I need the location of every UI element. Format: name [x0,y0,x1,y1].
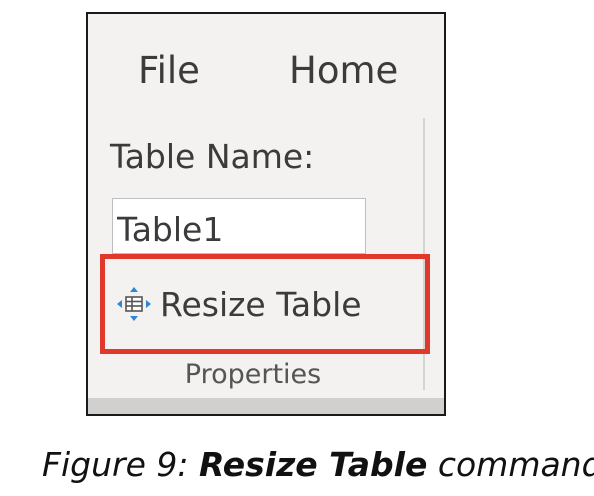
ribbon-bottom-strip [88,398,444,414]
resize-table-button[interactable]: Resize Table [116,274,398,334]
caption-bold: Resize Table [198,445,428,484]
properties-group-label: Properties [184,359,322,390]
table-move-resize-icon [116,286,152,322]
tab-file[interactable]: File [138,52,200,89]
caption-suffix: command [427,445,594,484]
ribbon-screenshot: File Home Table Name: Table1 Resize Tabl… [86,12,446,416]
tab-home[interactable]: Home [289,52,398,89]
resize-table-label: Resize Table [160,284,362,324]
page: File Home Table Name: Table1 Resize Tabl… [0,0,594,496]
group-separator [423,118,425,390]
caption-prefix: Figure 9: [42,445,199,484]
figure-caption: Figure 9: Resize Table command [42,448,594,481]
table-name-label: Table Name: [110,137,315,176]
table-name-input[interactable] [112,198,366,254]
